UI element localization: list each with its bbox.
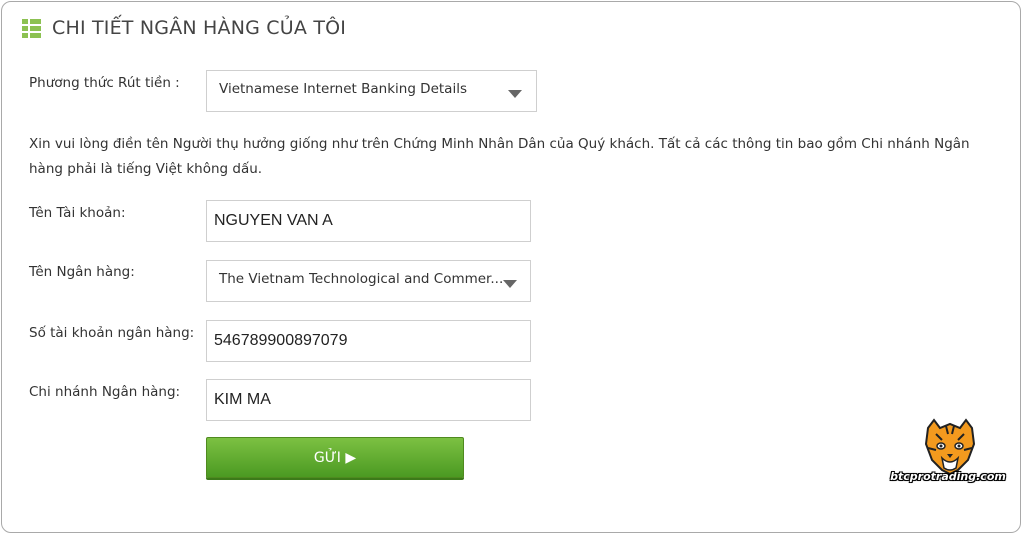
watermark-text: btcprotrading.com bbox=[890, 470, 1006, 483]
account-name-field[interactable]: NGUYEN VAN A bbox=[206, 200, 531, 242]
chevron-down-icon bbox=[503, 280, 517, 288]
branch-field[interactable]: KIM MA bbox=[206, 379, 531, 421]
bank-name-label: Tên Ngân hàng: bbox=[29, 264, 135, 280]
chevron-down-icon bbox=[508, 90, 522, 98]
account-number-field[interactable]: 546789900897079 bbox=[206, 320, 531, 362]
page-title: CHI TIẾT NGÂN HÀNG CỦA TÔI bbox=[52, 17, 347, 39]
account-name-label: Tên Tài khoản: bbox=[29, 205, 126, 221]
instruction-note: Xin vui lòng điền tên Người thụ hưởng gi… bbox=[29, 136, 970, 177]
branch-label: Chi nhánh Ngân hàng: bbox=[29, 384, 181, 400]
bank-name-select[interactable]: The Vietnam Technological and Commer... bbox=[206, 260, 531, 302]
withdraw-method-select[interactable]: Vietnamese Internet Banking Details bbox=[206, 70, 537, 112]
withdraw-method-label: Phương thức Rút tiền : bbox=[29, 75, 180, 91]
panel-header: CHI TIẾT NGÂN HÀNG CỦA TÔI bbox=[22, 16, 346, 40]
withdraw-method-value: Vietnamese Internet Banking Details bbox=[219, 81, 467, 97]
bank-name-value: The Vietnam Technological and Commer... bbox=[219, 271, 504, 287]
account-number-label: Số tài khoản ngân hàng: bbox=[29, 325, 195, 341]
submit-button[interactable]: GỬI ▶ bbox=[206, 437, 464, 478]
list-icon bbox=[22, 18, 41, 38]
